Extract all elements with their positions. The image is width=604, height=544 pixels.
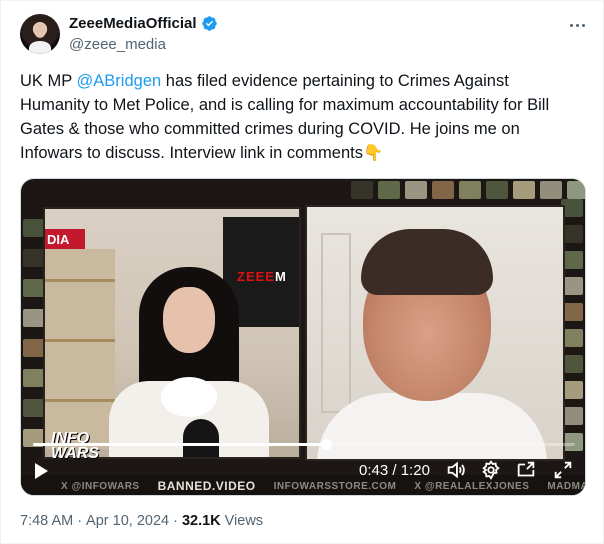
video-progress-handle[interactable] [320, 439, 332, 450]
mosaic-tile [432, 181, 454, 199]
mention-link[interactable]: @ABridgen [77, 72, 162, 90]
studio-shelf [45, 249, 115, 449]
duration: 1:20 [400, 462, 430, 479]
mosaic-tile [23, 369, 45, 387]
views-count: 32.1K [181, 513, 221, 529]
settings-icon[interactable] [480, 459, 502, 481]
mosaic-tile [23, 309, 45, 327]
mosaic-tile [351, 181, 373, 199]
mosaic-tile [459, 181, 481, 199]
play-icon[interactable] [35, 463, 48, 479]
studio-sign: DIA [45, 229, 85, 251]
avatar-face [34, 23, 46, 38]
author-handle[interactable]: @zeee_media [69, 36, 166, 53]
video-player[interactable]: DIA ZEEEM INFO WARS X @INFOWARS BANNED.V… [20, 178, 586, 496]
video-panel-guest [305, 205, 565, 461]
studio-screen-label: ZEEEM [237, 269, 287, 284]
more-options-icon[interactable] [567, 18, 587, 32]
guest-hair [361, 229, 493, 295]
mosaic-tile [23, 279, 45, 297]
post-text-lead: UK MP [20, 72, 77, 90]
fullscreen-icon[interactable] [552, 459, 574, 481]
host-bow [161, 377, 217, 417]
strip-item: X @REALALEXJONES [414, 480, 530, 492]
avatar-body [29, 41, 51, 54]
views-label: Views [224, 513, 264, 529]
video-progress-fill [33, 443, 326, 446]
verified-badge-icon [201, 16, 217, 31]
avatar[interactable] [20, 14, 60, 54]
guest-shirt [317, 393, 547, 459]
volume-icon[interactable] [445, 459, 467, 481]
post-text: UK MP @ABridgen has filed evidence perta… [20, 69, 580, 165]
mosaic-tile [405, 181, 427, 199]
mosaic-tile [486, 181, 508, 199]
infowars-logo: INFO WARS [51, 430, 99, 462]
strip-item: INFOWARSSTORE.COM [273, 480, 397, 492]
post-card: ZeeeMediaOfficial @zeee_media UK MP @ABr… [0, 0, 604, 544]
video-time: 0:43 / 1:20 [359, 462, 430, 479]
strip-item: X @INFOWARS [61, 480, 140, 492]
mosaic-tile [567, 181, 585, 199]
video-panel-host: DIA ZEEEM [43, 207, 301, 459]
mosaic-tile [23, 399, 45, 417]
pip-icon[interactable] [515, 459, 537, 481]
mosaic-tile [378, 181, 400, 199]
strip-item: MADMAXWORLD.TV [547, 480, 585, 492]
post-time[interactable]: 7:48 AM [20, 513, 73, 529]
guest-background-door [321, 233, 351, 413]
host-microphone [183, 419, 219, 457]
mosaic-tile [23, 339, 45, 357]
pointing-down-emoji-icon: 👇 [362, 145, 383, 162]
mosaic-tile [540, 181, 562, 199]
author-display-name[interactable]: ZeeeMediaOfficial [69, 15, 197, 32]
mosaic-tile [23, 219, 45, 237]
host-face [163, 287, 215, 353]
mosaic-tile [513, 181, 535, 199]
post-date[interactable]: Apr 10, 2024 [86, 513, 169, 529]
current-time: 0:43 [359, 462, 389, 479]
video-progress-bar[interactable] [33, 439, 575, 450]
mosaic-tile [23, 249, 45, 267]
strip-item: BANNED.VIDEO [157, 479, 256, 493]
post-footer: 7:48 AM · Apr 10, 2024 · 32.1K Views [20, 513, 264, 529]
author-name-row: ZeeeMediaOfficial [69, 15, 218, 32]
